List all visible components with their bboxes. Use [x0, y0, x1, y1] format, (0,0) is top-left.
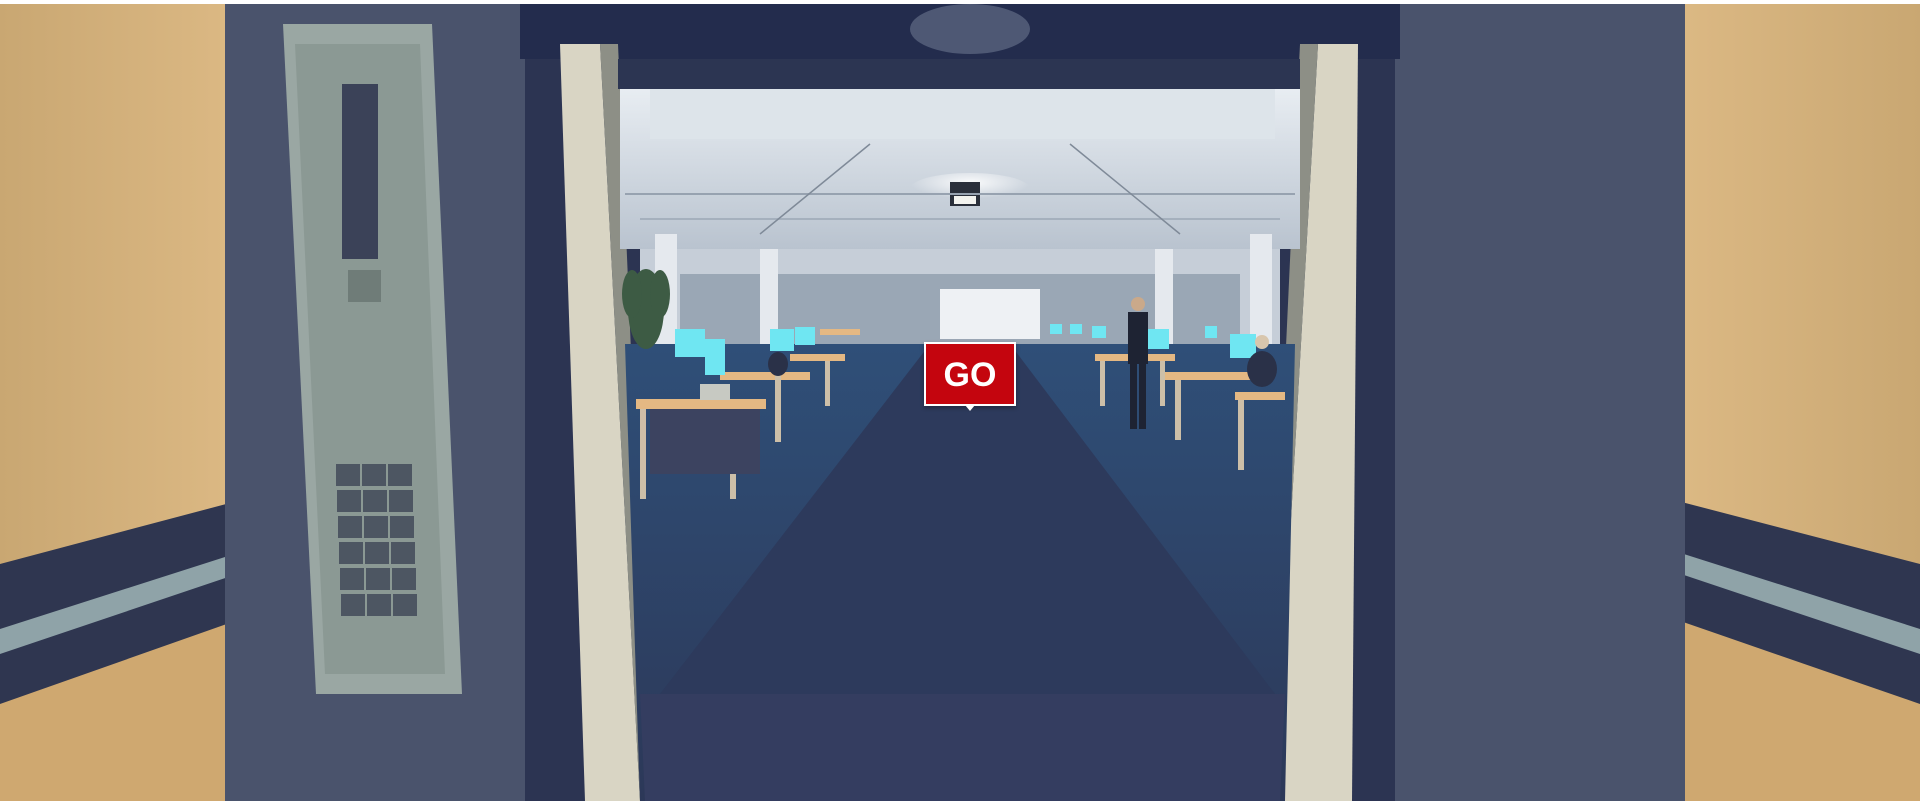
monitor: [1205, 326, 1217, 338]
monitor: [795, 327, 815, 345]
right-frame: [1395, 4, 1685, 801]
monitor: [1092, 326, 1106, 338]
monitor: [1230, 334, 1256, 358]
monitor: [1050, 324, 1062, 334]
floor-display: [342, 84, 378, 259]
monitor: [1145, 329, 1169, 349]
monitor: [675, 329, 705, 357]
monitor: [1070, 324, 1082, 334]
monitor: [770, 329, 794, 351]
go-button[interactable]: GO: [924, 342, 1016, 411]
monitor: [705, 339, 725, 375]
game-scene: GO: [0, 4, 1920, 801]
office-interior: [618, 59, 1300, 801]
